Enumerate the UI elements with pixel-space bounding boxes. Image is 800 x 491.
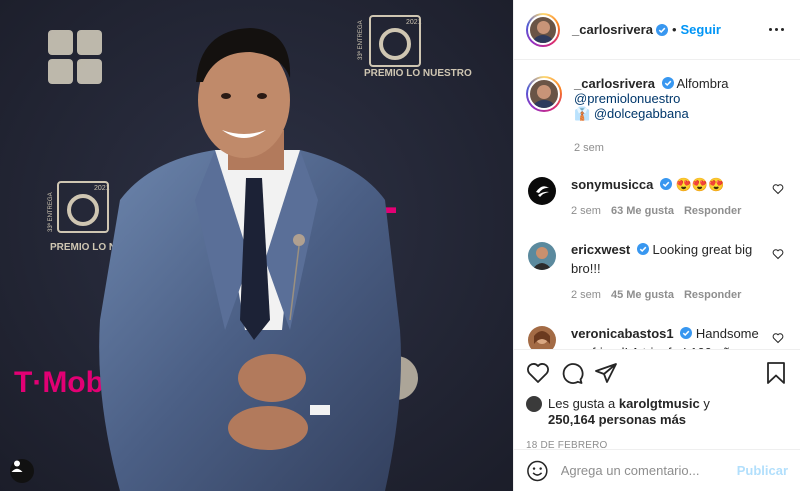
comment-meta: 2 sem 45 Me gusta Responder [571, 286, 771, 305]
caption-avatar[interactable] [526, 76, 562, 112]
svg-text:PREMIO LO NUESTRO: PREMIO LO NUESTRO [364, 68, 472, 79]
comments-list: _carlosrivera Alfombra @premiolonuestro … [514, 60, 800, 349]
post-header: _carlosrivera • Seguir [514, 0, 800, 60]
avatar[interactable] [526, 12, 560, 47]
caption-time[interactable]: 2 sem [574, 141, 729, 156]
verified-badge-icon [680, 327, 693, 339]
caption: _carlosrivera Alfombra @premiolonuestro … [526, 76, 788, 156]
user-tag-button[interactable] [10, 459, 34, 483]
svg-text:2021: 2021 [406, 19, 422, 26]
list-item: veronicabastos1 Handsome my friend! A tr… [526, 324, 788, 349]
heart-icon[interactable] [772, 248, 784, 260]
mention-link[interactable]: @dolcegabbana [594, 106, 689, 121]
comment-input[interactable] [560, 463, 737, 478]
liker-username[interactable]: karolgtmusic [619, 396, 700, 411]
svg-text:2021: 2021 [94, 185, 110, 192]
publish-button[interactable]: Publicar [737, 463, 788, 478]
add-comment-bar: Publicar [514, 449, 800, 491]
comment-body: veronicabastos1 Handsome my friend! A tr… [571, 324, 771, 349]
likes-conj: y [703, 396, 710, 411]
caption-body: _carlosrivera Alfombra @premiolonuestro … [574, 76, 729, 156]
verified-badge-icon [655, 23, 668, 36]
comment-time[interactable]: 2 sem [571, 202, 601, 221]
follow-button[interactable]: Seguir [681, 22, 721, 37]
commenter-avatar[interactable] [528, 242, 556, 270]
post-photo[interactable]: 2021 PREMIO LO NUESTRO 33ª ENTREGA 2021 … [0, 0, 513, 491]
comment-username[interactable]: sonymusicca [571, 177, 653, 192]
likes-count[interactable]: 250,164 personas más [548, 412, 686, 427]
svg-text:33ª ENTREGA: 33ª ENTREGA [357, 20, 364, 60]
header-username[interactable]: _carlosrivera [572, 22, 653, 37]
likes-summary: Les gusta a karolgtmusic y 250,164 perso… [526, 396, 788, 428]
tie-emoji: 👔 [574, 106, 591, 121]
liker-avatar[interactable] [526, 396, 542, 412]
photo-illustration: 2021 PREMIO LO NUESTRO 33ª ENTREGA 2021 … [0, 0, 513, 491]
post-modal: 2021 PREMIO LO NUESTRO 33ª ENTREGA 2021 … [0, 0, 800, 491]
likes-prefix: Les gusta a [548, 396, 616, 411]
reply-button[interactable]: Responder [684, 286, 741, 305]
bookmark-icon[interactable] [764, 361, 788, 385]
commenter-avatar[interactable] [528, 177, 556, 205]
action-icons [526, 358, 788, 388]
caption-text: Alfombra [676, 76, 729, 91]
list-item: sonymusicca 😍😍😍 2 sem 63 Me gusta Respon… [526, 175, 788, 221]
separator-dot: • [671, 22, 677, 37]
comment-username[interactable]: ericxwest [571, 242, 630, 257]
comment-likes[interactable]: 63 Me gusta [611, 202, 674, 221]
user-tag-icon [11, 460, 23, 472]
tmobile-logo-bottom: T·Mob [14, 366, 104, 399]
comment-text: 😍😍😍 [675, 177, 725, 192]
heart-icon[interactable] [772, 332, 784, 344]
verified-badge-icon [660, 178, 672, 190]
comment-likes[interactable]: 45 Me gusta [611, 286, 674, 305]
post-side-panel: _carlosrivera • Seguir _carlosrivera Alf… [513, 0, 800, 491]
comment-time[interactable]: 2 sem [571, 286, 601, 305]
post-actions: Les gusta a karolgtmusic y 250,164 perso… [514, 349, 800, 451]
heart-icon[interactable] [772, 183, 784, 195]
svg-text:33ª ENTREGA: 33ª ENTREGA [47, 192, 54, 232]
comment-meta: 2 sem 63 Me gusta Responder [571, 202, 771, 221]
heart-icon[interactable] [526, 361, 550, 385]
reply-button[interactable]: Responder [684, 202, 741, 221]
share-icon[interactable] [594, 361, 618, 385]
commenter-avatar[interactable] [528, 326, 556, 349]
verified-badge-icon [661, 77, 674, 89]
comment-body: sonymusicca 😍😍😍 2 sem 63 Me gusta Respon… [571, 175, 771, 221]
emoji-icon[interactable] [526, 459, 549, 483]
caption-username[interactable]: _carlosrivera [574, 76, 655, 91]
comment-username[interactable]: veronicabastos1 [571, 326, 674, 341]
verified-badge-icon [636, 243, 649, 255]
comment-icon[interactable] [560, 361, 584, 385]
comment-body: ericxwest Looking great big bro!!! 2 sem… [571, 240, 771, 305]
more-options-icon[interactable] [765, 22, 788, 37]
list-item: ericxwest Looking great big bro!!! 2 sem… [526, 240, 788, 305]
mention-link[interactable]: @premiolonuestro [574, 91, 680, 106]
